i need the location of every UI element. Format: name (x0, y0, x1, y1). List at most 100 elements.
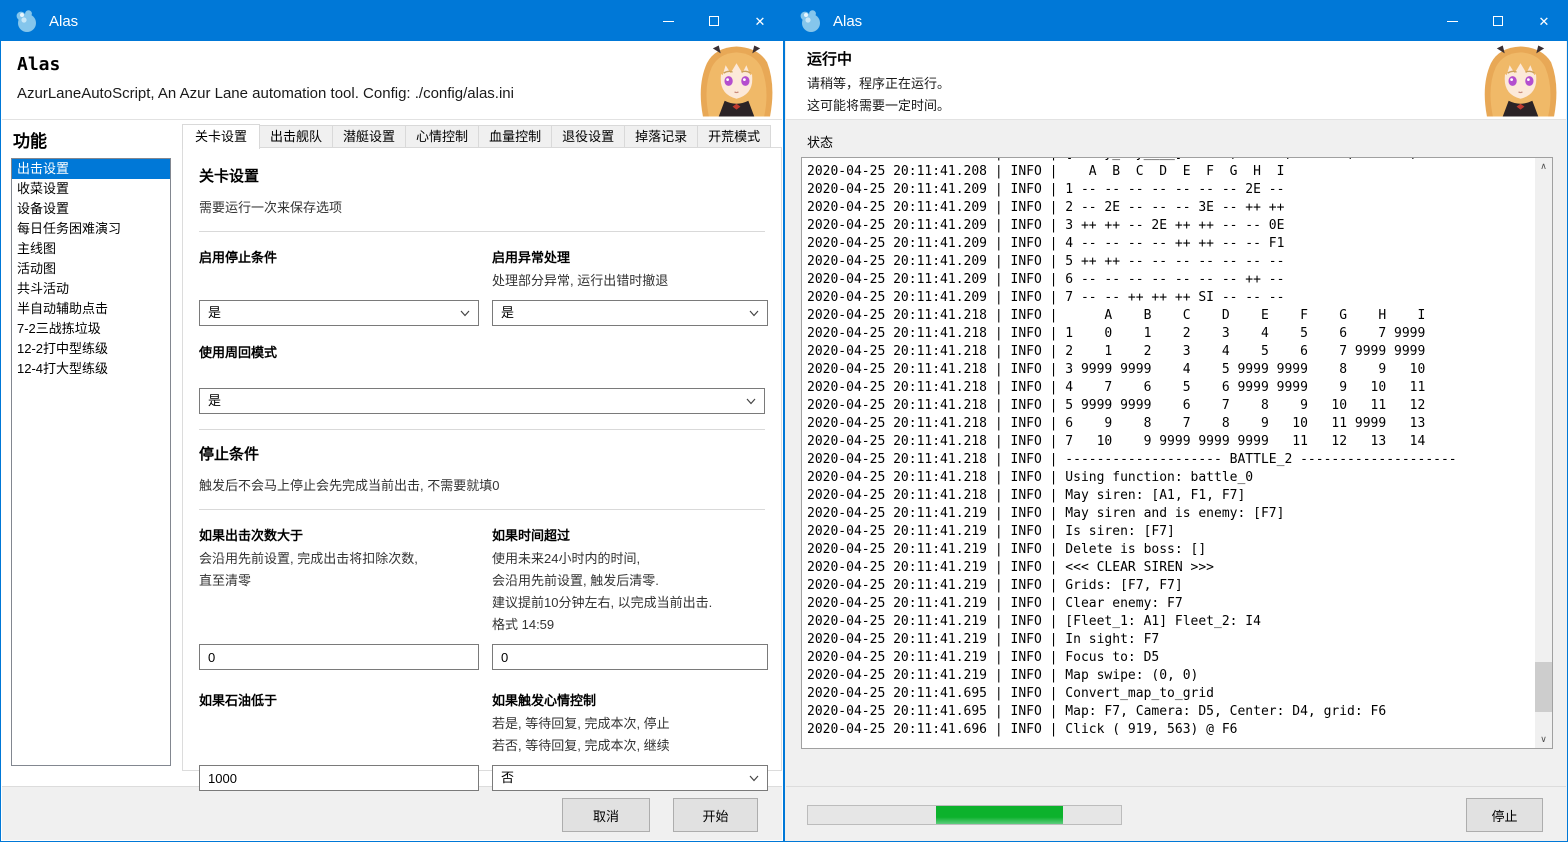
section-title: 关卡设置 (199, 165, 765, 186)
log-separator: | (987, 164, 1010, 179)
log-timestamp: 2020-04-25 20:11:41.209 (807, 254, 987, 269)
log-separator: | (1042, 650, 1065, 665)
sidebar-item-label: 每日任务困难演习 (17, 221, 121, 236)
scroll-up-icon[interactable]: ∧ (1535, 158, 1552, 175)
log-separator: | (987, 596, 1010, 611)
settings-tab[interactable]: 心情控制 (405, 125, 479, 148)
log-level: INFO (1011, 470, 1042, 485)
log-line: 2020-04-25 20:11:41.219 | INFO | Delete … (807, 541, 1534, 559)
log-timestamp: 2020-04-25 20:11:41.209 (807, 218, 987, 233)
sidebar-item[interactable]: 12-2打中型练级 (12, 339, 170, 359)
start-button[interactable]: 开始 (673, 798, 758, 832)
sidebar-item-label: 12-2打中型练级 (17, 341, 108, 356)
log-separator: | (1042, 704, 1065, 719)
log-separator: | (987, 488, 1010, 503)
log-separator: | (1042, 686, 1065, 701)
stop-section-title: 停止条件 (199, 443, 765, 464)
close-button[interactable]: ✕ (1521, 1, 1567, 41)
titlebar[interactable]: Alas ✕ (785, 1, 1567, 41)
if-time-input[interactable] (492, 644, 768, 670)
log-line: 2020-04-25 20:11:41.218 | INFO | A B C D… (807, 307, 1534, 325)
log-level: INFO (1011, 434, 1042, 449)
log-line: 2020-04-25 20:11:41.218 | INFO | 6 9 8 7… (807, 415, 1534, 433)
log-timestamp: 2020-04-25 20:11:41.218 (807, 398, 987, 413)
settings-tab[interactable]: 出击舰队 (259, 125, 333, 148)
log-separator: | (1042, 632, 1065, 647)
enable-stop-select[interactable]: 是 (199, 300, 479, 326)
cancel-button[interactable]: 取消 (562, 798, 650, 832)
log-line: 2020-04-25 20:11:41.209 | INFO | 3 ++ ++… (807, 217, 1534, 235)
sidebar-item-label: 主线图 (17, 241, 56, 256)
scrollbar-thumb[interactable] (1535, 662, 1552, 712)
loop-mode-select[interactable]: 是 (199, 388, 765, 414)
log-level: INFO (1011, 596, 1042, 611)
sidebar-item[interactable]: 主线图 (12, 239, 170, 259)
log-output[interactable]: 2020-04-25 20:11:41.208 | INFO | [enemy_… (801, 157, 1553, 749)
log-line: 2020-04-25 20:11:41.219 | INFO | <<< CLE… (807, 559, 1534, 577)
maximize-button[interactable] (1475, 1, 1521, 41)
if-emotion-desc-line1: 若是, 等待回复, 完成本次, 停止 (492, 713, 768, 735)
log-message: Map: F7, Camera: D5, Center: D4, grid: F… (1065, 704, 1386, 719)
if-count-input[interactable] (199, 644, 479, 670)
log-separator: | (1042, 470, 1065, 485)
if-time-desc-line1: 使用未来24小时内的时间, (492, 548, 768, 570)
minimize-button[interactable] (645, 1, 691, 41)
log-line: 2020-04-25 20:11:41.218 | INFO | May sir… (807, 487, 1534, 505)
log-line: 2020-04-25 20:11:41.219 | INFO | Focus t… (807, 649, 1534, 667)
log-separator: | (987, 157, 1010, 161)
enable-exception-select[interactable]: 是 (492, 300, 768, 326)
log-separator: | (987, 452, 1010, 467)
left-footer: 取消 开始 (2, 786, 782, 840)
log-separator: | (1042, 488, 1065, 503)
if-emotion-desc: 若是, 等待回复, 完成本次, 停止 若否, 等待回复, 完成本次, 继续 (492, 709, 768, 757)
log-separator: | (987, 182, 1010, 197)
sidebar-item[interactable]: 设备设置 (12, 199, 170, 219)
right-footer: 停止 (786, 786, 1566, 840)
log-line: 2020-04-25 20:11:41.695 | INFO | Map: F7… (807, 703, 1534, 721)
divider (199, 509, 765, 510)
log-timestamp: 2020-04-25 20:11:41.208 (807, 164, 987, 179)
log-line: 2020-04-25 20:11:41.219 | INFO | Is sire… (807, 523, 1534, 541)
log-scrollbar[interactable]: ∧ ∨ (1535, 158, 1552, 748)
scroll-down-icon[interactable]: ∨ (1535, 731, 1552, 748)
stop-button[interactable]: 停止 (1466, 798, 1543, 832)
if-emotion-select[interactable]: 否 (492, 765, 768, 791)
log-message: [Fleet_1: A1] Fleet_2: I4 (1065, 614, 1261, 629)
if-count-desc-line1: 会沿用先前设置, 完成出击将扣除次数, (199, 548, 479, 570)
log-level: INFO (1011, 542, 1042, 557)
minimize-button[interactable] (1429, 1, 1475, 41)
settings-tab[interactable]: 开荒模式 (697, 125, 771, 148)
close-button[interactable]: ✕ (737, 1, 783, 41)
if-oil-input[interactable] (199, 765, 479, 791)
sidebar-item[interactable]: 出击设置 (12, 159, 170, 179)
settings-tab[interactable]: 血量控制 (478, 125, 552, 148)
log-separator: | (1042, 326, 1065, 341)
maximize-button[interactable] (691, 1, 737, 41)
sidebar-item[interactable]: 每日任务困难演习 (12, 219, 170, 239)
log-separator: | (1042, 416, 1065, 431)
log-separator: | (1042, 398, 1065, 413)
settings-tab[interactable]: 潜艇设置 (332, 125, 406, 148)
if-oil-label: 如果石油低于 (199, 688, 479, 709)
function-listbox[interactable]: 出击设置 收菜设置 设备设置 每日任务困难演习 主线图 活动图 共斗活动 半自动… (11, 158, 171, 766)
titlebar[interactable]: Alas ✕ (1, 1, 783, 41)
log-message: 4 7 6 5 6 9999 9999 9 10 11 (1065, 380, 1425, 395)
log-line: 2020-04-25 20:11:41.208 | INFO | A B C D… (807, 163, 1534, 181)
sidebar-item[interactable]: 收菜设置 (12, 179, 170, 199)
settings-tab[interactable]: 退役设置 (551, 125, 625, 148)
log-separator: | (987, 542, 1010, 557)
enable-exception-label: 启用异常处理 (492, 245, 768, 266)
sidebar-item[interactable]: 7-2三战拣垃圾 (12, 319, 170, 339)
sidebar-item[interactable]: 共斗活动 (12, 279, 170, 299)
log-message: A B C D E F G H I (1065, 164, 1284, 179)
log-lines: 2020-04-25 20:11:41.208 | INFO | [enemy_… (807, 157, 1534, 739)
tab-label: 开荒模式 (708, 129, 760, 144)
log-line: 2020-04-25 20:11:41.209 | INFO | 1 -- --… (807, 181, 1534, 199)
log-separator: | (987, 308, 1010, 323)
sidebar-item[interactable]: 12-4打大型练级 (12, 359, 170, 379)
settings-tab[interactable]: 掉落记录 (624, 125, 698, 148)
log-timestamp: 2020-04-25 20:11:41.695 (807, 686, 987, 701)
sidebar-item[interactable]: 半自动辅助点击 (12, 299, 170, 319)
settings-tab[interactable]: 关卡设置 (182, 124, 260, 149)
sidebar-item[interactable]: 活动图 (12, 259, 170, 279)
